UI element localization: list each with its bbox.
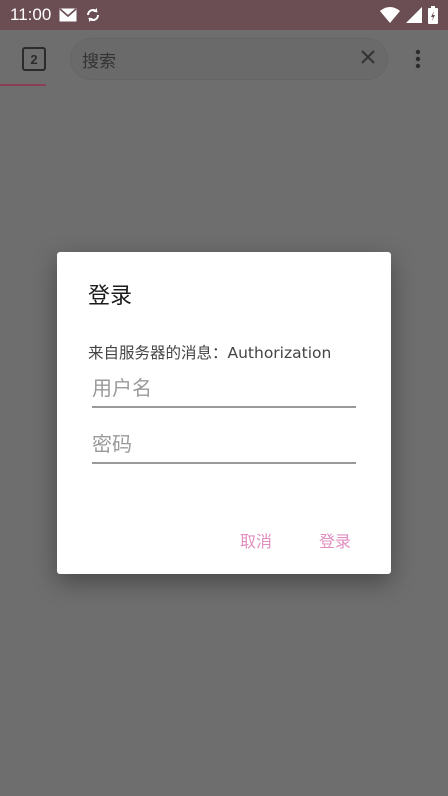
- username-field[interactable]: [92, 370, 356, 406]
- cancel-button[interactable]: 取消: [240, 528, 272, 552]
- sync-icon: [85, 7, 101, 23]
- more-vert-icon[interactable]: [408, 46, 428, 72]
- signal-icon: [406, 7, 422, 23]
- login-dialog: 登录 来自服务器的消息：Authorization 取消 登录: [57, 252, 391, 574]
- search-placeholder: 搜索: [82, 51, 116, 72]
- status-time: 11:00: [10, 5, 52, 24]
- username-field-wrapper: [92, 370, 356, 408]
- search-input[interactable]: 搜索: [70, 38, 388, 80]
- dialog-message: 来自服务器的消息：Authorization: [88, 344, 332, 362]
- browser-toolbar: 2 搜索: [0, 30, 448, 86]
- tab-switcher-button[interactable]: 2: [22, 47, 46, 71]
- status-bar: 11:00: [0, 0, 448, 30]
- password-field[interactable]: [92, 426, 356, 462]
- wifi-icon: [380, 7, 400, 23]
- password-field-wrapper: [92, 426, 356, 464]
- dialog-title: 登录: [88, 284, 133, 309]
- mail-icon: [59, 8, 77, 22]
- login-button[interactable]: 登录: [319, 528, 351, 552]
- page-load-progress: [0, 84, 46, 86]
- close-icon[interactable]: [360, 49, 376, 69]
- battery-icon: [428, 6, 438, 24]
